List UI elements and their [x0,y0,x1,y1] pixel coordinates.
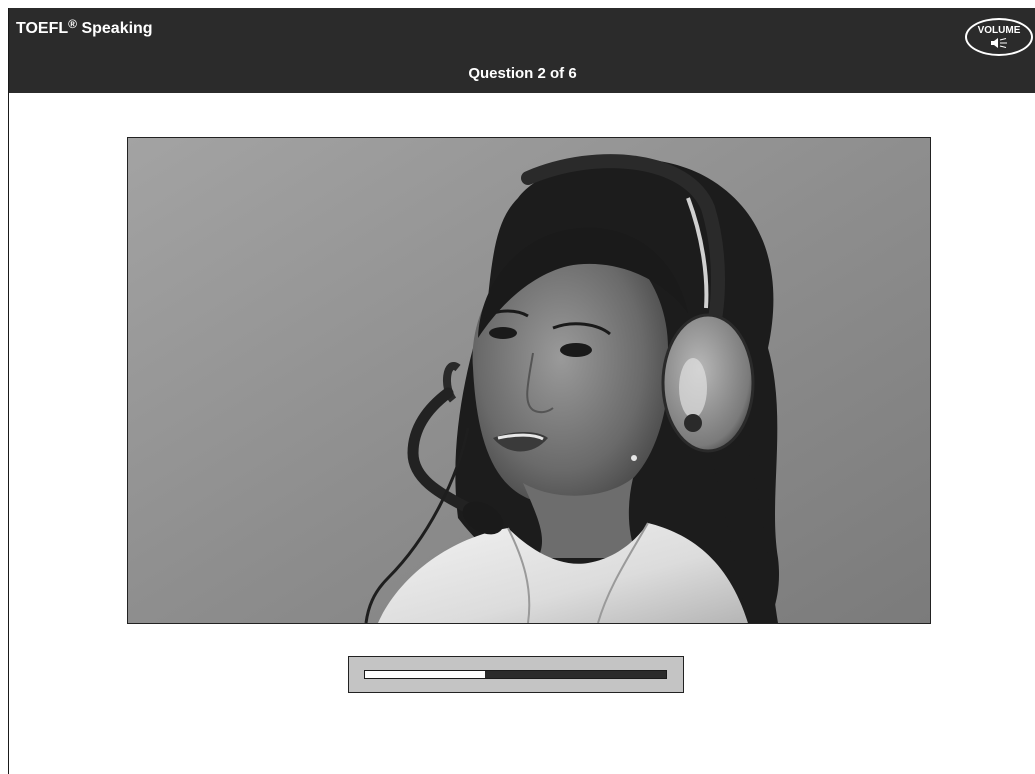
speaker-icon [991,38,1007,48]
app-title-section: Speaking [77,20,153,37]
audio-progress-bar [364,670,667,679]
earring [631,455,637,461]
registered-mark: ® [68,17,77,31]
header-bar: TOEFL® Speaking Question 2 of 6 VOLUME [9,8,1035,93]
speaker-photo [128,138,930,623]
headset-earcup [661,313,755,453]
left-eye [489,327,517,339]
audio-progress-fill [365,671,486,678]
app-title: TOEFL® Speaking [16,17,153,38]
volume-label: VOLUME [977,25,1021,36]
volume-button[interactable]: VOLUME [965,18,1033,56]
earcup-highlight [679,358,707,418]
earcup-knob [684,414,702,432]
test-window: TOEFL® Speaking Question 2 of 6 VOLUME [8,8,1035,774]
audio-progress-panel [348,656,684,693]
right-eye [560,343,592,357]
app-title-text: TOEFL [16,20,69,37]
video-frame [127,137,931,624]
question-counter: Question 2 of 6 [468,65,577,82]
